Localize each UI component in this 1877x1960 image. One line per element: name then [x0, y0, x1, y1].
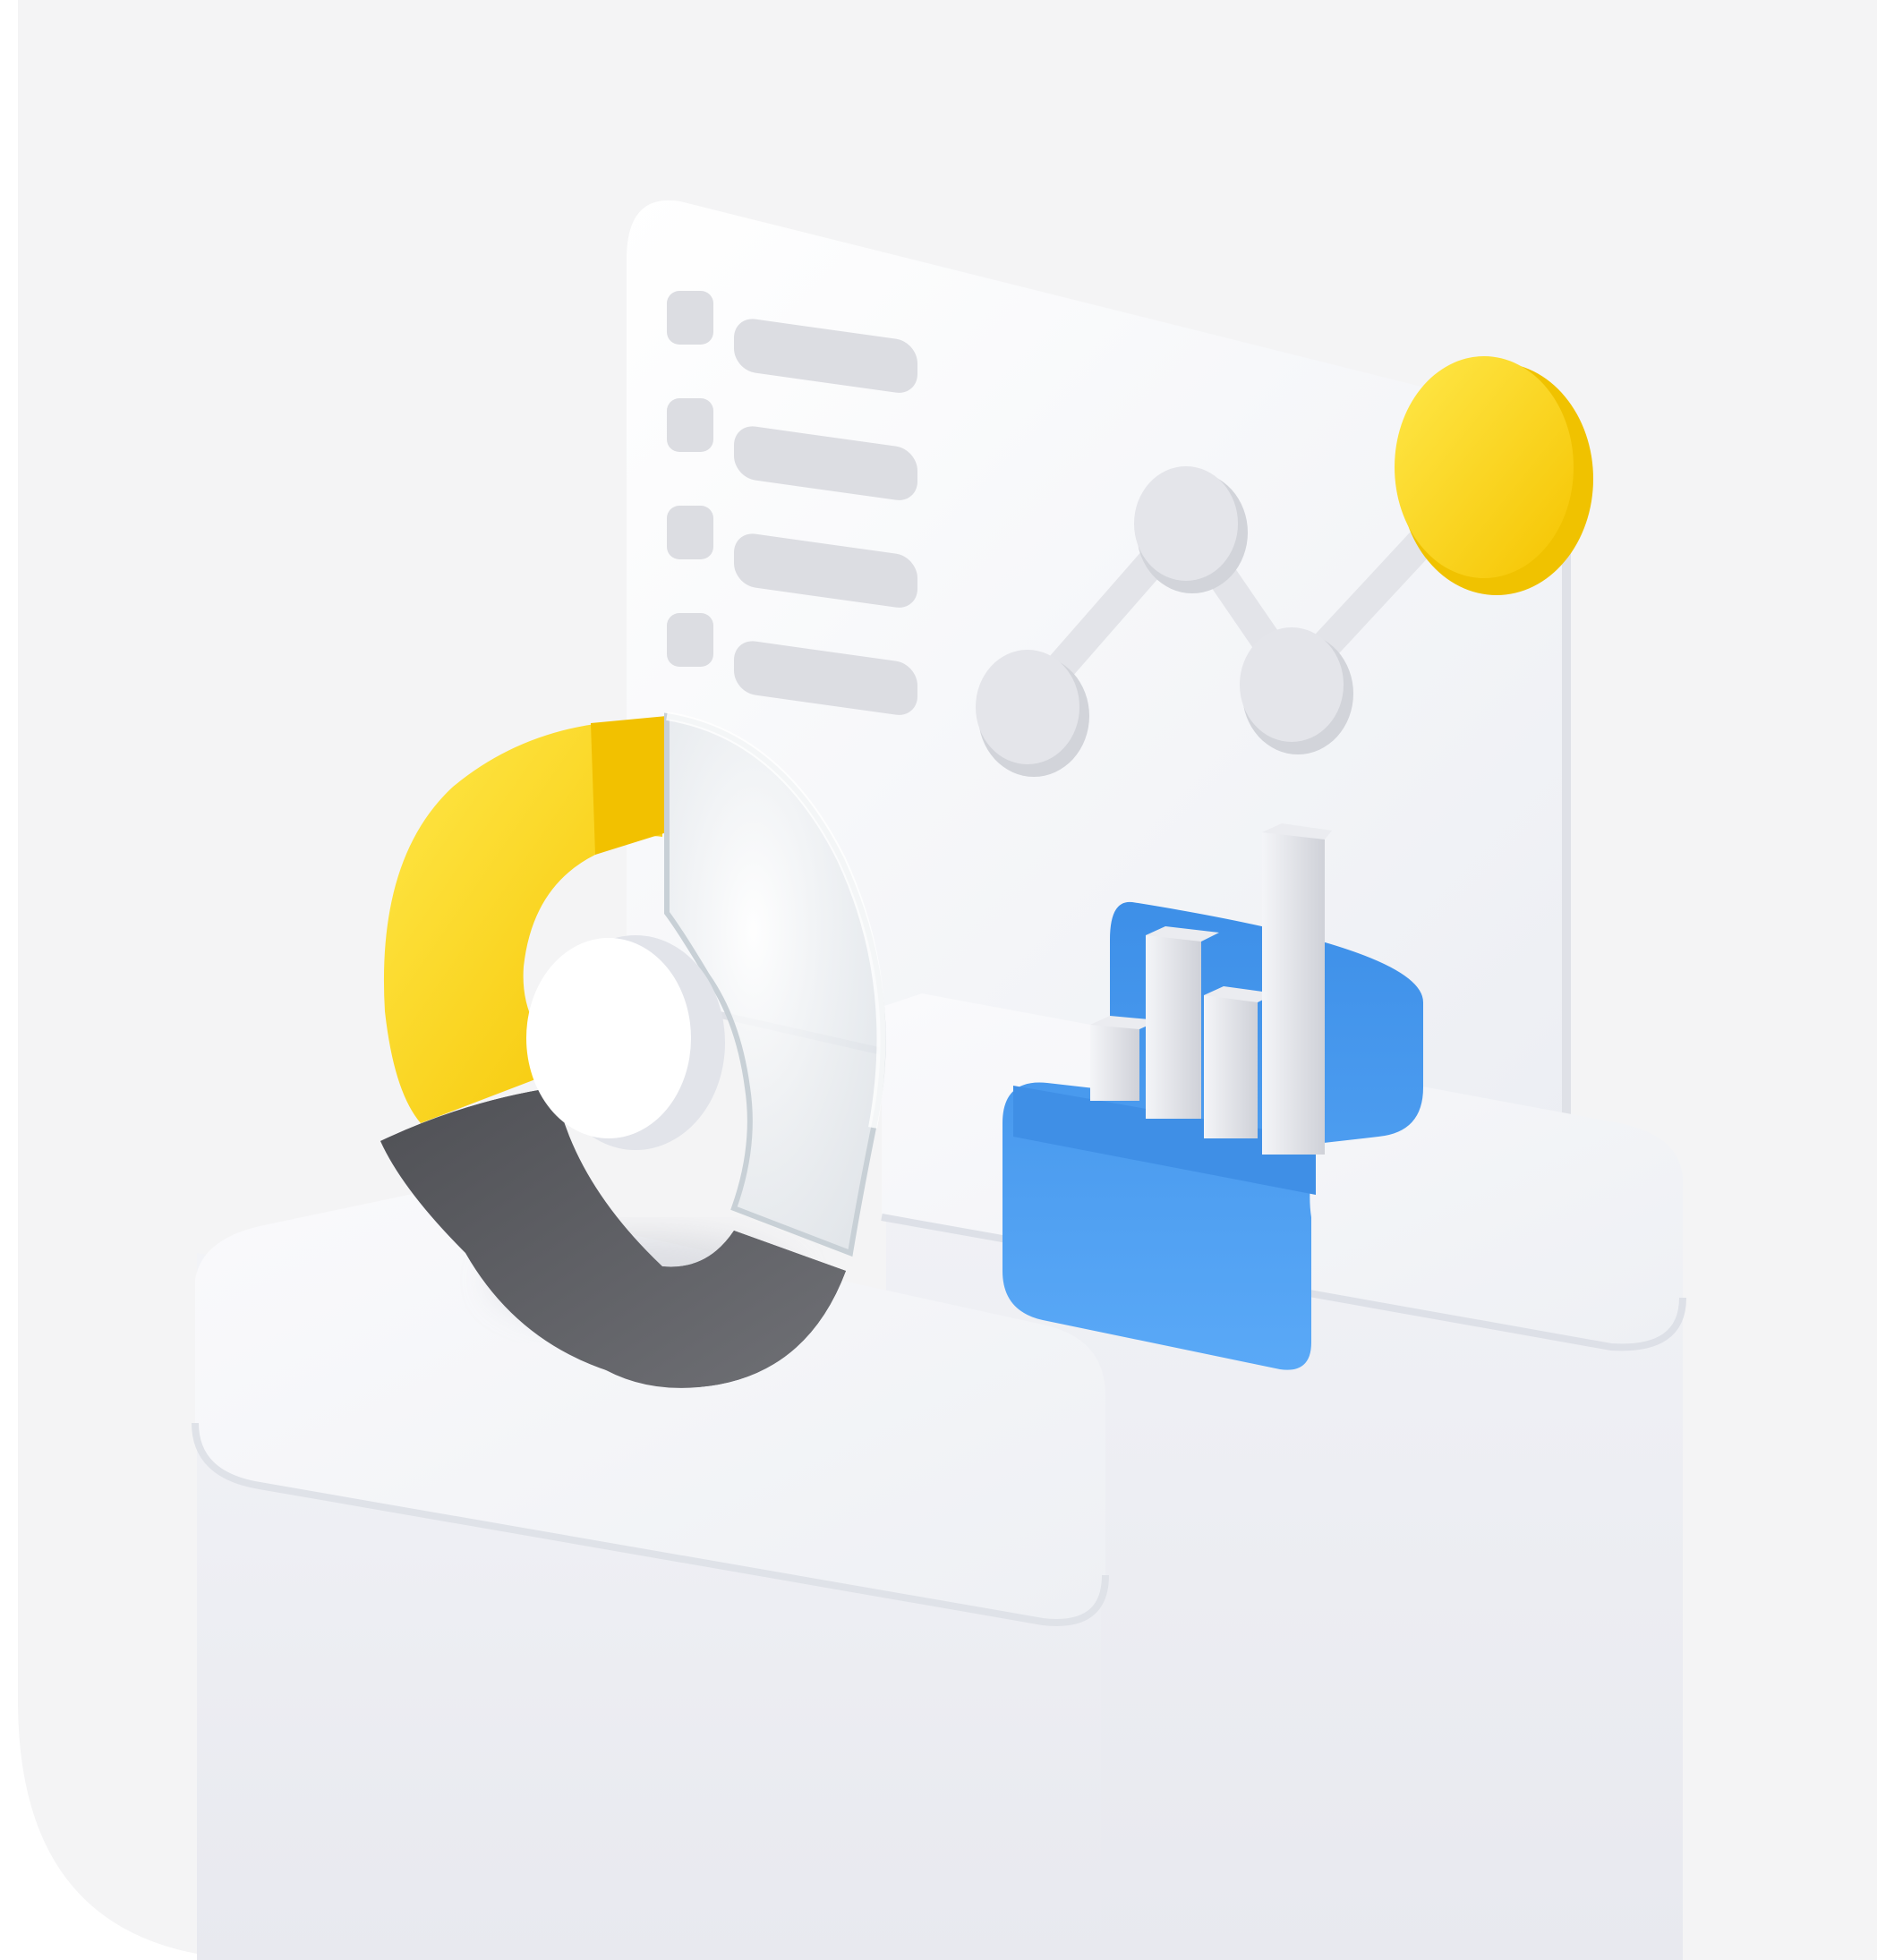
bar-4 [1262, 823, 1332, 1155]
illustration-scene [0, 0, 1877, 1960]
analytics-illustration [18, 0, 1877, 1960]
